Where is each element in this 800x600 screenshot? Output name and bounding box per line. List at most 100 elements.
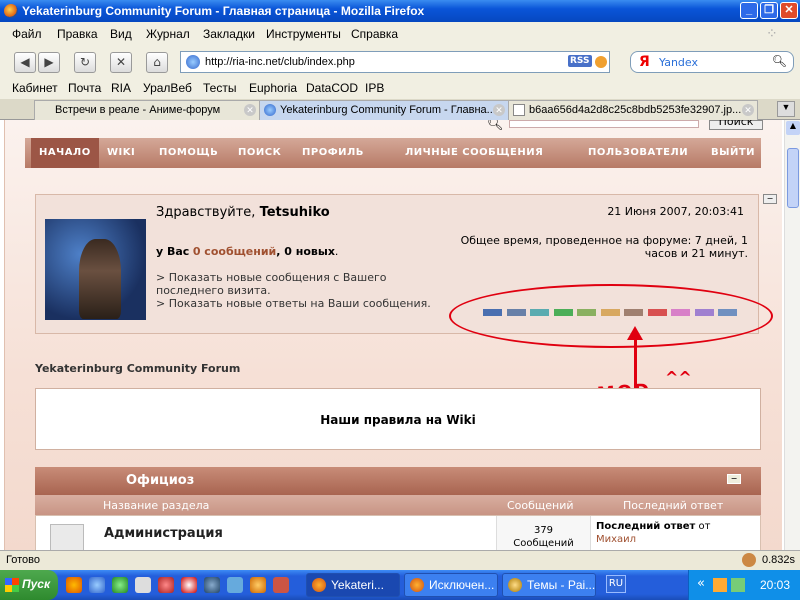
- forward-button[interactable]: ▶: [38, 52, 60, 73]
- url-bar[interactable]: http://ria-inc.net/club/index.php RSS: [180, 51, 610, 73]
- forum-search-input[interactable]: [509, 120, 699, 128]
- bookmark-item[interactable]: Почта: [68, 81, 101, 95]
- nav-profile[interactable]: ПРОФИЛЬ: [302, 147, 364, 158]
- app-quicklaunch-icon[interactable]: [135, 577, 151, 593]
- nav-users[interactable]: ПОЛЬЗОВАТЕЛИ: [588, 147, 688, 158]
- player-quicklaunch-icon[interactable]: [204, 577, 220, 593]
- nav-wiki[interactable]: WIKI: [107, 147, 135, 158]
- task-label: Темы - Pai...: [527, 578, 596, 592]
- firefox-quicklaunch-icon[interactable]: [66, 577, 82, 593]
- stop-button[interactable]: ✕: [110, 52, 132, 73]
- go-icon[interactable]: [595, 56, 607, 68]
- forum-search-button[interactable]: Поиск: [709, 120, 763, 130]
- menu-view[interactable]: Вид: [110, 27, 132, 41]
- tool-quicklaunch-icon[interactable]: [227, 577, 243, 593]
- tab-anime-forum[interactable]: Встречи в реале - Аниме-форум ✕: [34, 100, 260, 120]
- messages-prefix: у Вас: [156, 245, 190, 258]
- explorer-quicklaunch-icon[interactable]: [89, 577, 105, 593]
- menu-history[interactable]: Журнал: [146, 27, 190, 41]
- reload-button[interactable]: ↻: [74, 52, 96, 73]
- last-reply-label: Последний ответ: [596, 521, 696, 532]
- tab-close-icon[interactable]: ✕: [493, 104, 505, 116]
- last-reply: Последний ответ от Михаил: [596, 520, 710, 546]
- language-indicator[interactable]: RU: [606, 575, 626, 593]
- tab-image[interactable]: b6aa656d4a2d8c25c8bdb5253fe32907.jp... ✕: [508, 100, 758, 120]
- bookmark-item[interactable]: Euphoria: [249, 81, 297, 95]
- paint-quicklaunch-icon[interactable]: [273, 577, 289, 593]
- tab-close-icon[interactable]: ✕: [244, 104, 256, 116]
- back-button[interactable]: ◀: [14, 52, 36, 73]
- tab-list-icon[interactable]: ▼: [777, 101, 795, 117]
- page-viewport: 🔍︎ Поиск НАЧАЛО WIKI ПОМОЩЬ ПОИСК ПРОФИЛ…: [0, 120, 784, 550]
- search-box[interactable]: Я Yandex 🔍︎: [630, 51, 794, 73]
- task-firefox[interactable]: Yekateri...: [306, 573, 400, 597]
- task-exclusion[interactable]: Исключен...: [404, 573, 498, 597]
- column-header: Название раздела Сообщений Последний отв…: [35, 495, 761, 515]
- maximize-button[interactable]: ❐: [760, 2, 778, 19]
- yslow-icon[interactable]: [742, 553, 756, 567]
- task-label: Исключен...: [429, 578, 495, 592]
- rules-link[interactable]: Наши правила на Wiki: [320, 413, 476, 427]
- burn-quicklaunch-icon[interactable]: [250, 577, 266, 593]
- nav-messages[interactable]: ЛИЧНЫЕ СООБЩЕНИЯ: [405, 147, 543, 158]
- window-title: Yekaterinburg Community Forum - Главная …: [22, 4, 425, 18]
- nav-home[interactable]: НАЧАЛО: [31, 138, 99, 168]
- menu-bookmarks[interactable]: Закладки: [203, 27, 255, 41]
- bookmark-item[interactable]: Кабинет: [12, 81, 58, 95]
- collapse-icon[interactable]: −: [727, 474, 741, 484]
- forum-name-link[interactable]: Администрация: [104, 526, 223, 541]
- bookmark-item[interactable]: IPB: [365, 81, 384, 95]
- menu-tools[interactable]: Инструменты: [266, 27, 341, 41]
- minimize-button[interactable]: _: [740, 2, 758, 19]
- media-quicklaunch-icon[interactable]: [158, 577, 174, 593]
- home-button[interactable]: ⌂: [146, 52, 168, 73]
- tray-network-icon[interactable]: [731, 578, 745, 592]
- forum-title[interactable]: Yekaterinburg Community Forum: [35, 362, 240, 375]
- greeting-text: Здравствуйте,: [156, 205, 256, 220]
- nav-help[interactable]: ПОМОЩЬ: [159, 147, 218, 158]
- last-reply-from: от: [698, 521, 711, 532]
- messages-line: у Вас 0 сообщений, 0 новых.: [156, 245, 339, 258]
- new-posts-link[interactable]: > Показать новые сообщения с Вашего посл…: [156, 271, 446, 297]
- bookmarks-bar: Кабинет Почта RIA УралВеб Тесты Euphoria…: [0, 78, 800, 99]
- tab-close-icon[interactable]: ✕: [742, 104, 754, 116]
- bookmark-item[interactable]: RIA: [111, 81, 131, 95]
- collapse-icon[interactable]: −: [763, 194, 777, 204]
- messages-link[interactable]: 0 сообщений: [193, 245, 276, 258]
- tray-expand-icon[interactable]: «: [697, 576, 705, 591]
- tab-label: Встречи в реале - Аниме-форум: [55, 104, 221, 116]
- last-reply-author[interactable]: Михаил: [596, 534, 636, 545]
- scroll-up-icon[interactable]: ▲: [786, 121, 800, 135]
- menu-file[interactable]: Файл: [12, 27, 42, 41]
- bookmark-item[interactable]: DataCOD: [306, 81, 358, 95]
- username: Tetsuhiko: [259, 205, 330, 220]
- globe-quicklaunch-icon[interactable]: [112, 577, 128, 593]
- table-row: Администрация 379 Сообщений Последний от…: [35, 515, 761, 550]
- opera-quicklaunch-icon[interactable]: [181, 577, 197, 593]
- app-icon: [508, 578, 522, 592]
- forum-page: 🔍︎ Поиск НАЧАЛО WIKI ПОМОЩЬ ПОИСК ПРОФИЛ…: [4, 120, 782, 550]
- bookmark-item[interactable]: УралВеб: [143, 81, 192, 95]
- bookmark-item[interactable]: Тесты: [203, 81, 236, 95]
- menu-bar: Файл Правка Вид Журнал Закладки Инструме…: [0, 22, 800, 46]
- firefox-icon: [410, 578, 424, 592]
- scroll-thumb[interactable]: [787, 148, 799, 208]
- tray-app-icon[interactable]: [713, 578, 727, 592]
- task-topics[interactable]: Темы - Pai...: [502, 573, 596, 597]
- search-placeholder[interactable]: Yandex: [659, 56, 698, 69]
- start-button[interactable]: Пуск: [0, 570, 58, 600]
- category-name[interactable]: Официоз: [126, 473, 194, 488]
- rules-box: Наши правила на Wiki: [35, 388, 761, 450]
- close-button[interactable]: ✕: [780, 2, 798, 19]
- url-text[interactable]: http://ria-inc.net/club/index.php: [205, 56, 355, 68]
- tab-yekaterinburg-forum[interactable]: Yekaterinburg Community Forum - Главна..…: [259, 100, 509, 120]
- nav-search[interactable]: ПОИСК: [238, 147, 281, 158]
- category-header: Официоз −: [35, 467, 761, 495]
- menu-edit[interactable]: Правка: [57, 27, 98, 41]
- search-icon[interactable]: 🔍︎: [772, 54, 787, 68]
- nav-logout[interactable]: ВЫЙТИ: [711, 147, 755, 158]
- vertical-scrollbar[interactable]: ▲: [784, 120, 800, 550]
- new-replies-link[interactable]: > Показать новые ответы на Ваши сообщени…: [156, 297, 446, 310]
- menu-help[interactable]: Справка: [351, 27, 398, 41]
- rss-icon[interactable]: RSS: [568, 55, 592, 67]
